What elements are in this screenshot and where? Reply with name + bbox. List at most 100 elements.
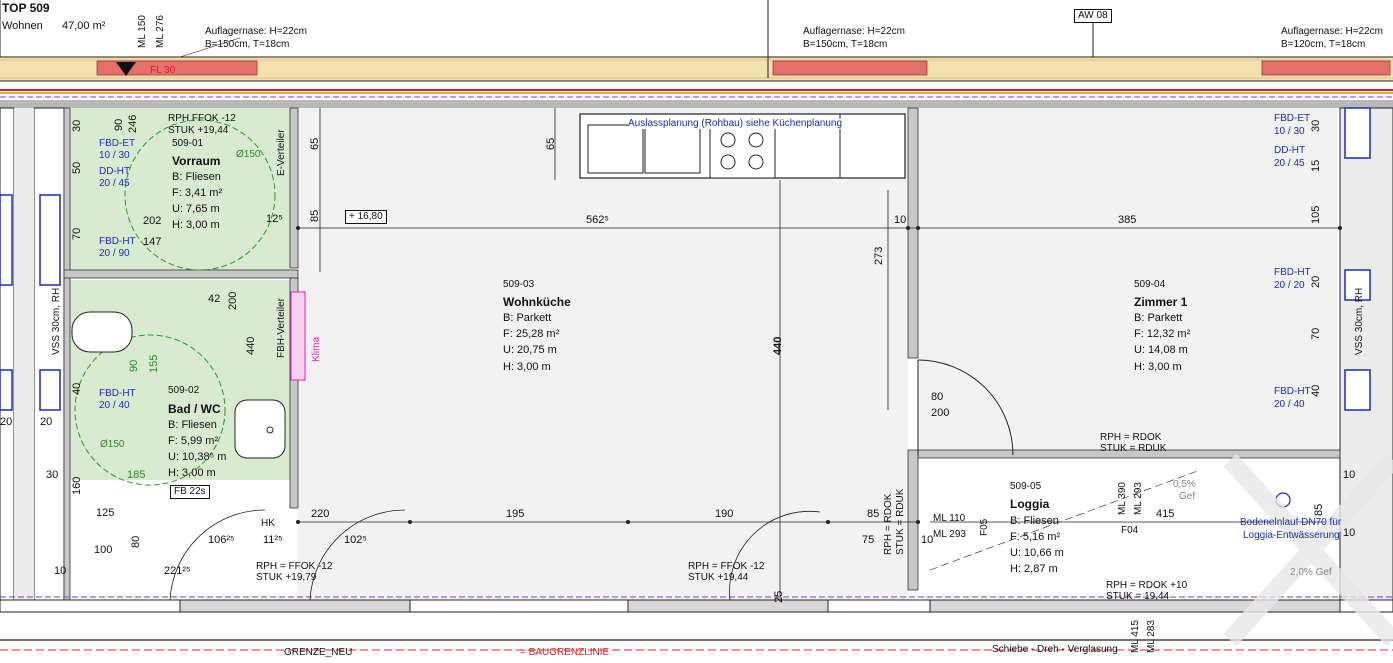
dim-440-vertical: 440 [772, 336, 784, 355]
fl30-label: FL 30 [150, 65, 176, 76]
wohnkueche-h: H: 3,00 m [503, 361, 551, 373]
zimmer-f: F: 12,32 m² [1134, 328, 1191, 340]
dim-415: 415 [1156, 508, 1175, 520]
dd-right-l2: 20 / 45 [1274, 158, 1305, 169]
dim-80-door: 80 [931, 391, 944, 403]
vss-right-label: VSS 30cm, RH [1354, 287, 1365, 355]
loggia-name: Loggia [1010, 497, 1050, 511]
dim-147: 147 [143, 236, 162, 248]
stuk-bottom: STUK +19,44 [688, 572, 749, 583]
ml293-label: ML 293 [933, 529, 966, 540]
dim-65-kitchen: 65 [545, 137, 557, 150]
zimmer-h: H: 3,00 m [1134, 361, 1182, 373]
fb22s-label: FB 22s [170, 485, 210, 499]
bad-h: H: 3,00 m [168, 467, 216, 479]
schiebe-label: Schiebe - Dreh - Verglasung [992, 644, 1118, 655]
dim-200-bad: 200 [227, 291, 239, 310]
dim-r15: 15 [1310, 159, 1322, 172]
unit-type: Wohnen [2, 20, 43, 32]
fbd-ht-right2-l1: FBD-HT [1274, 386, 1311, 397]
bad-f: F: 5,99 m² [168, 435, 219, 447]
fbd-et-right-l2: 10 / 30 [1274, 126, 1305, 137]
zimmer-id: 509-04 [1134, 279, 1166, 290]
dim-5625: 562⁵ [586, 214, 609, 226]
vorraum-id: 509-01 [172, 138, 204, 149]
dim-70-a: 70 [71, 227, 83, 240]
dim-50: 50 [71, 161, 83, 174]
wohnkueche-f: F: 25,28 m² [503, 328, 560, 340]
dim-40-a: 40 [71, 382, 83, 395]
dim-42: 42 [208, 293, 221, 305]
dim-1125: 11²⁵ [263, 534, 283, 546]
dim-30-a: 30 [71, 119, 83, 132]
dim-246: 246 [127, 114, 139, 133]
fbd-ht-left1-l2: 20 / 90 [99, 248, 130, 259]
dim-10-c: 10 [54, 565, 67, 577]
dd-right-l1: DD-HT [1274, 145, 1306, 156]
kitchen-note: Auslassplanung (Rohbau) siehe Küchenplan… [628, 118, 843, 129]
vorraum-h: H: 3,00 m [172, 219, 220, 231]
dim-100: 100 [94, 544, 113, 556]
bad-name: Bad / WC [168, 402, 221, 416]
gef-percent: 0,5% [1173, 479, 1196, 490]
diameter-label-bad: Ø150 [100, 439, 125, 450]
ml276-label: ML 276 [155, 15, 166, 48]
auflager-2-line2: B=150cm, T=18cm [803, 39, 888, 50]
gef-label: Gef [1179, 491, 1196, 502]
drain-note-2: Loggia-Entwässerung [1243, 530, 1340, 541]
vss-left-label: VSS 30cm, RH [51, 287, 62, 355]
grenze-label: GRENZE_NEU [284, 647, 353, 658]
auflager-3-line1: Auflagernase: H=22cm [1281, 26, 1384, 37]
loggia-u: U: 10,66 m [1010, 547, 1064, 559]
loggia-h: H: 2,87 m [1010, 563, 1058, 575]
vorraum-name: Vorraum [172, 154, 221, 168]
fbd-ht-right1-l1: FBD-HT [1274, 267, 1311, 278]
dim-80-b: 80 [130, 535, 142, 548]
dim-1025: 102⁵ [344, 534, 367, 546]
dim-65-left: 65 [309, 137, 321, 150]
dim-r85: 85 [1313, 503, 1325, 516]
gef-label-2: 2,0% Gef [1290, 567, 1332, 578]
f04-label: F04 [1121, 525, 1139, 536]
auflager-2-line1: Auflagernase: H=22cm [803, 26, 906, 37]
baugrenze-label: = BAUGRENZLINIE [520, 647, 610, 658]
stuk-left: STUK +19,79 [256, 572, 317, 583]
dim-195: 195 [506, 508, 525, 520]
dim-160: 160 [71, 476, 83, 495]
fbd-ht-right1-l2: 20 / 20 [1274, 280, 1305, 291]
dim-r20: 20 [1310, 275, 1322, 288]
fbd-ht-left1-l1: FBD-HT [99, 236, 136, 247]
dim-30-b: 30 [46, 469, 59, 481]
wohnkueche-name: Wohnküche [503, 295, 571, 309]
diameter-label-vorraum: Ø150 [236, 149, 261, 160]
dim-185: 185 [127, 469, 146, 481]
level-box: + 16,80 [345, 210, 387, 224]
loggia-id: 509-05 [1010, 481, 1042, 492]
unit-title: TOP 509 [2, 1, 50, 15]
dim-10625: 106²⁵ [208, 534, 235, 546]
dim-10: 10 [894, 214, 907, 226]
auflager-3-line2: B=120cm, T=18cm [1281, 39, 1366, 50]
fbd-et-left-l2: 10 / 30 [99, 150, 130, 161]
bad-id: 509-02 [168, 385, 200, 396]
loggia-f: F: 5,16 m² [1010, 531, 1061, 543]
loggia-b: B: Fliesen [1010, 515, 1059, 527]
fbd-ht-left2-l1: FBD-HT [99, 388, 136, 399]
auflager-1-line2: B=150cm, T=18cm [205, 39, 290, 50]
zimmer-name: Zimmer 1 [1134, 295, 1188, 309]
dim-440-bad: 440 [245, 336, 257, 355]
dd-left-l1: DD-HT [99, 166, 131, 177]
stuk-rduk-vertical: STUK = RDUK [895, 488, 906, 555]
dim-10-d: 10 [921, 534, 934, 546]
rph-rdok-label: RPH = RDOK [1100, 432, 1162, 443]
dim-200-door: 200 [931, 407, 950, 419]
dim-r10: 10 [1343, 469, 1356, 481]
dim-75: 75 [862, 534, 875, 546]
f05-label: F05 [979, 518, 990, 536]
vorraum-rph: RPH FFOK -12 [168, 113, 236, 124]
dim-90-bad: 90 [128, 359, 140, 372]
fbd-ht-left2-l2: 20 / 40 [99, 400, 130, 411]
rph-rdok-10: RPH = RDOK +10 [1106, 580, 1188, 591]
zimmer-u: U: 14,08 m [1134, 344, 1188, 356]
wohnkueche-id: 509-03 [503, 279, 535, 290]
